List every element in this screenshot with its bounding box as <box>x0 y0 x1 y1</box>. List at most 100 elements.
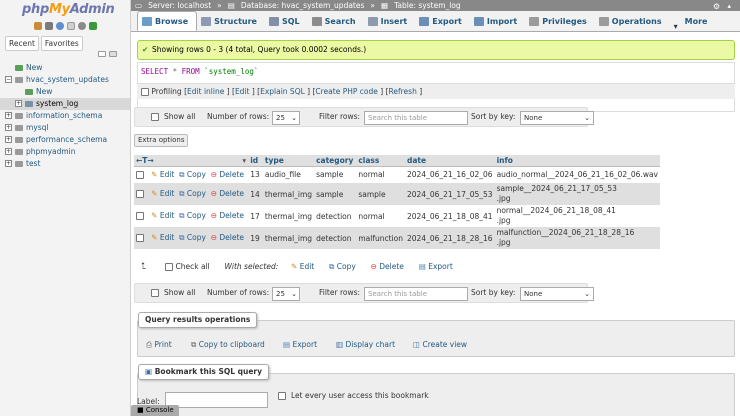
cell-class: malfunction <box>356 227 405 249</box>
link-icon[interactable] <box>109 51 117 57</box>
num-rows-select[interactable]: 25 ⌄ <box>272 111 300 125</box>
collapse-icon[interactable]: − <box>5 76 12 83</box>
create-view-button[interactable]: ◫ Create view <box>413 340 467 349</box>
profiling-checkbox[interactable] <box>141 88 149 96</box>
col-type[interactable]: type <box>262 155 315 167</box>
extra-options-button[interactable]: Extra options <box>134 134 189 147</box>
row-delete-button[interactable]: ⊖ Delete <box>211 170 244 179</box>
row-edit-button[interactable]: ✎ Edit <box>151 189 174 198</box>
col-category[interactable]: category <box>314 155 357 167</box>
selected-export-button[interactable]: ▤ Export <box>419 262 453 271</box>
home-icon[interactable] <box>34 22 42 30</box>
logout-icon[interactable] <box>45 22 53 30</box>
breadcrumb-server[interactable]: Server: localhost <box>148 1 211 10</box>
tree-item[interactable]: + phpmyadmin <box>0 146 130 158</box>
row-checkbox[interactable] <box>136 234 144 242</box>
col-date[interactable]: date <box>404 155 495 167</box>
profiling-link[interactable]: Refresh <box>389 87 417 96</box>
tree-item[interactable]: + information_schema <box>0 110 130 122</box>
row-checkbox[interactable] <box>136 212 144 220</box>
tree-item[interactable]: + mysql <box>0 122 130 134</box>
breadcrumb-database[interactable]: Database: hvac_system_updates <box>241 1 365 10</box>
tab-insert[interactable]: Insert <box>364 11 416 31</box>
row-copy-button[interactable]: ⧉ Copy <box>179 233 206 242</box>
print-button[interactable]: ⎙ Print <box>146 340 172 350</box>
col-info[interactable]: info <box>494 155 660 167</box>
row-copy-button[interactable]: ⧉ Copy <box>179 211 206 220</box>
table-body: ✎ Edit ⧉ Copy ⊖ Delete 13 audio_file sample… <box>134 166 660 249</box>
col-class[interactable]: class <box>356 155 405 167</box>
tab-browse[interactable]: Browse <box>137 11 198 31</box>
tree-item[interactable]: − hvac_system_updates <box>0 74 130 86</box>
show-all-checkbox[interactable] <box>151 113 159 121</box>
tab-structure[interactable]: Structure <box>197 11 265 31</box>
row-edit-button[interactable]: ✎ Edit <box>151 211 174 220</box>
help-icon[interactable] <box>56 22 64 30</box>
col-id[interactable]: id <box>248 155 263 167</box>
tab-operations[interactable]: Operations <box>595 11 670 31</box>
database-tree: New − hvac_system_updates New + system_log + in… <box>0 62 130 170</box>
row-edit-button[interactable]: ✎ Edit <box>151 233 174 242</box>
row-copy-button[interactable]: ⧉ Copy <box>179 189 206 198</box>
selected-copy-button[interactable]: ⧉ Copy <box>329 262 356 271</box>
profiling-link[interactable]: Edit inline <box>187 87 224 96</box>
check-all-label[interactable]: Check all <box>175 262 209 271</box>
export-results-button[interactable]: ▤ Export <box>283 340 317 349</box>
export-icon: ▤ <box>418 262 426 271</box>
column-arrows-header[interactable]: ←T→ ▾ <box>134 155 249 167</box>
expand-icon[interactable]: + <box>15 100 22 107</box>
row-edit-button[interactable]: ✎ Edit <box>151 170 174 179</box>
row-delete-button[interactable]: ⊖ Delete <box>211 211 244 220</box>
breadcrumb-table[interactable]: Table: system_log <box>394 1 461 10</box>
tree-item[interactable]: + test <box>0 158 130 170</box>
recent-tab[interactable]: Recent <box>5 36 39 51</box>
check-all-checkbox[interactable] <box>165 263 174 271</box>
row-delete-button[interactable]: ⊖ Delete <box>211 233 244 242</box>
sort-down-icon[interactable]: ▾ <box>242 156 246 165</box>
tab-sql[interactable]: SQL <box>265 11 308 31</box>
tab-more[interactable]: ▾ More <box>670 11 716 31</box>
num-rows-select-bottom[interactable]: 25 ⌄ <box>272 287 300 301</box>
copy-clipboard-button[interactable]: ⧉ Copy to clipboard <box>191 340 265 350</box>
selected-edit-button[interactable]: ✎ Edit <box>291 262 314 271</box>
delete-icon: ⊖ <box>210 211 218 220</box>
tab-privileges[interactable]: Privileges <box>525 11 595 31</box>
reload-icon[interactable] <box>89 22 97 30</box>
expand-icon[interactable]: + <box>5 160 12 167</box>
expand-icon[interactable]: + <box>5 148 12 155</box>
row-checkbox[interactable] <box>136 170 144 179</box>
bookmark-label-input[interactable] <box>165 392 268 408</box>
row-copy-button[interactable]: ⧉ Copy <box>179 170 206 179</box>
console-toggle[interactable]: ■ Console <box>131 405 179 416</box>
expand-icon[interactable]: + <box>5 112 12 119</box>
tab-import[interactable]: Import <box>470 11 525 31</box>
tree-item[interactable]: New <box>0 86 130 98</box>
tree-item[interactable]: + performance_schema <box>0 134 130 146</box>
column-toggle-arrows[interactable]: ←T→ <box>136 156 154 165</box>
settings-icon[interactable] <box>78 22 86 30</box>
every-user-checkbox[interactable] <box>278 392 286 400</box>
tab-search[interactable]: Search <box>308 11 364 31</box>
expand-icon[interactable]: + <box>5 124 12 131</box>
row-checkbox[interactable] <box>136 190 144 198</box>
docs-icon[interactable] <box>67 22 75 30</box>
selected-delete-button[interactable]: ⊖ Delete <box>371 262 404 271</box>
collapse-all-icon[interactable] <box>98 51 106 57</box>
sort-select[interactable]: None ⌄ <box>520 111 594 125</box>
num-rows-label: Number of rows: <box>207 112 270 121</box>
show-all-checkbox-bottom[interactable] <box>151 289 159 297</box>
row-delete-button[interactable]: ⊖ Delete <box>211 189 244 198</box>
filter-input[interactable]: Search this table <box>364 111 468 125</box>
profiling-link[interactable]: Explain SQL <box>260 87 305 96</box>
filter-input-bottom[interactable]: Search this table <box>364 287 468 301</box>
tree-item[interactable]: New <box>0 62 130 74</box>
tab-export[interactable]: Export <box>415 11 470 31</box>
profiling-link[interactable]: Edit <box>235 87 250 96</box>
profiling-link[interactable]: Create PHP code <box>315 87 377 96</box>
tree-item[interactable]: + system_log <box>0 98 130 110</box>
display-chart-button[interactable]: ▥ Display chart <box>336 340 395 349</box>
expand-icon[interactable]: + <box>5 136 12 143</box>
phpmyadmin-logo[interactable]: phpMyAdmin <box>22 2 115 17</box>
sort-select-bottom[interactable]: None ⌄ <box>520 287 594 301</box>
favorites-tab[interactable]: Favorites <box>40 36 83 51</box>
